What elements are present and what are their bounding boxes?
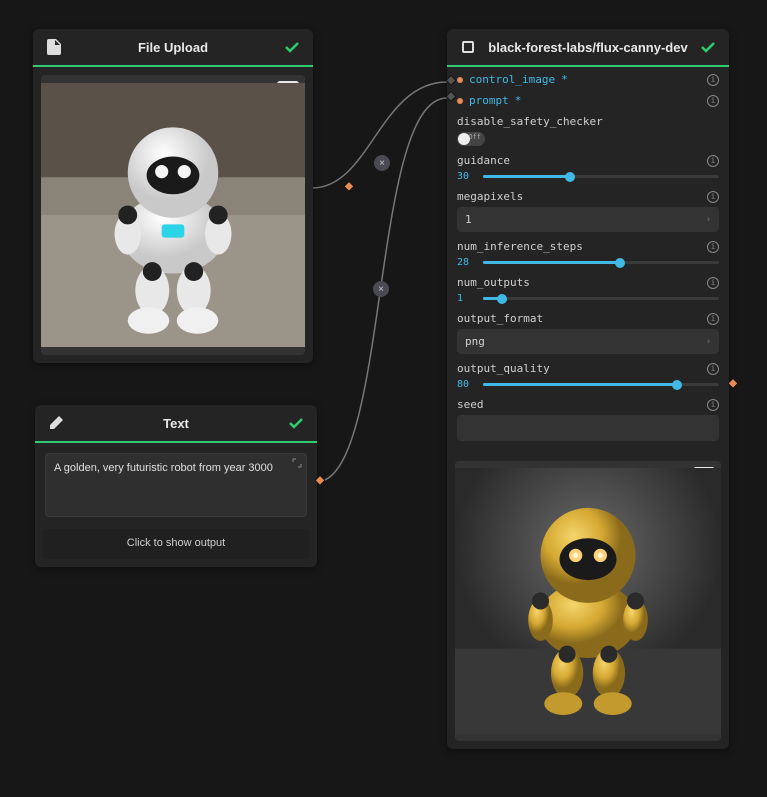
- select-value: png: [465, 335, 485, 348]
- output-port[interactable]: [727, 378, 738, 389]
- output-image: [455, 461, 721, 741]
- param-disable-safety-checker: disable_safety_checker Off: [457, 115, 719, 146]
- slider-value: 30: [457, 171, 475, 182]
- node-title: black-forest-labs/flux-canny-dev: [487, 40, 689, 55]
- param-label: control_image: [469, 73, 555, 86]
- text-node[interactable]: Text A golden, very futuristic robot fro…: [35, 405, 317, 567]
- node-header[interactable]: File Upload: [33, 29, 313, 67]
- select-value: 1: [465, 213, 472, 226]
- info-icon[interactable]: i: [707, 363, 719, 375]
- param-num-inference-steps: num_inference_steps i 28: [457, 240, 719, 268]
- info-icon[interactable]: i: [707, 155, 719, 167]
- text-input[interactable]: A golden, very futuristic robot from yea…: [45, 453, 307, 517]
- slider-value: 1: [457, 293, 475, 304]
- param-num-outputs: num_outputs i 1: [457, 276, 719, 304]
- model-icon: [459, 40, 477, 54]
- param-megapixels: megapixels i 1 ›: [457, 190, 719, 232]
- slider-value: 28: [457, 257, 475, 268]
- info-icon[interactable]: i: [707, 241, 719, 253]
- node-title: File Upload: [73, 40, 273, 55]
- megapixels-select[interactable]: 1 ›: [457, 207, 719, 232]
- show-output-button[interactable]: Click to show output: [43, 529, 309, 559]
- param-guidance: guidance i 30: [457, 154, 719, 182]
- check-icon: [283, 39, 301, 55]
- info-icon[interactable]: i: [707, 313, 719, 325]
- check-icon: [287, 415, 305, 431]
- close-icon: ×: [379, 158, 385, 169]
- edge-delete-2[interactable]: ×: [373, 281, 389, 297]
- param-label: guidance: [457, 154, 510, 167]
- param-output-format: output_format i png ›: [457, 312, 719, 354]
- param-label: num_inference_steps: [457, 240, 583, 253]
- linked-dot-icon: [457, 98, 463, 104]
- param-label: output_format: [457, 312, 543, 325]
- required-asterisk: *: [515, 94, 522, 107]
- chevron-right-icon: ›: [706, 337, 711, 347]
- param-seed: seed i: [457, 398, 719, 441]
- info-icon[interactable]: i: [707, 399, 719, 411]
- node-header[interactable]: black-forest-labs/flux-canny-dev: [447, 29, 729, 67]
- param-label: disable_safety_checker: [457, 115, 603, 128]
- info-icon[interactable]: i: [707, 74, 719, 86]
- required-asterisk: *: [561, 73, 568, 86]
- chevron-right-icon: ›: [706, 215, 711, 225]
- param-output-quality: output_quality i 80: [457, 362, 719, 390]
- linked-dot-icon: [457, 77, 463, 83]
- guidance-slider[interactable]: [483, 175, 719, 178]
- param-label: num_outputs: [457, 276, 530, 289]
- node-header[interactable]: Text: [35, 405, 317, 443]
- info-icon[interactable]: i: [707, 191, 719, 203]
- info-icon[interactable]: i: [707, 277, 719, 289]
- param-label: prompt: [469, 94, 509, 107]
- text-value: A golden, very futuristic robot from yea…: [54, 462, 273, 474]
- edge-delete-1[interactable]: ×: [374, 155, 390, 171]
- steps-slider[interactable]: [483, 261, 719, 264]
- output-format-select[interactable]: png ›: [457, 329, 719, 354]
- info-icon[interactable]: i: [707, 95, 719, 107]
- close-icon: ×: [378, 284, 384, 295]
- param-control-image: control_image * i: [457, 73, 719, 86]
- check-icon: [699, 39, 717, 55]
- outputs-slider[interactable]: [483, 297, 719, 300]
- file-upload-node[interactable]: File Upload: [33, 29, 313, 363]
- pencil-icon: [47, 416, 65, 430]
- output-image-content: [455, 461, 721, 741]
- toggle-disable-safety[interactable]: Off: [457, 132, 485, 146]
- toggle-off-label: Off: [468, 133, 481, 141]
- output-port[interactable]: [343, 181, 354, 192]
- slider-value: 80: [457, 379, 475, 390]
- param-prompt: prompt * i: [457, 94, 719, 107]
- input-image-content: [41, 75, 305, 355]
- model-node[interactable]: black-forest-labs/flux-canny-dev control…: [447, 29, 729, 749]
- quality-slider[interactable]: [483, 383, 719, 386]
- param-label: seed: [457, 398, 484, 411]
- param-label: megapixels: [457, 190, 523, 203]
- file-icon: [45, 39, 63, 55]
- seed-input[interactable]: [457, 415, 719, 441]
- uploaded-image: [41, 75, 305, 355]
- expand-icon[interactable]: [292, 458, 302, 471]
- param-label: output_quality: [457, 362, 550, 375]
- node-title: Text: [75, 416, 277, 431]
